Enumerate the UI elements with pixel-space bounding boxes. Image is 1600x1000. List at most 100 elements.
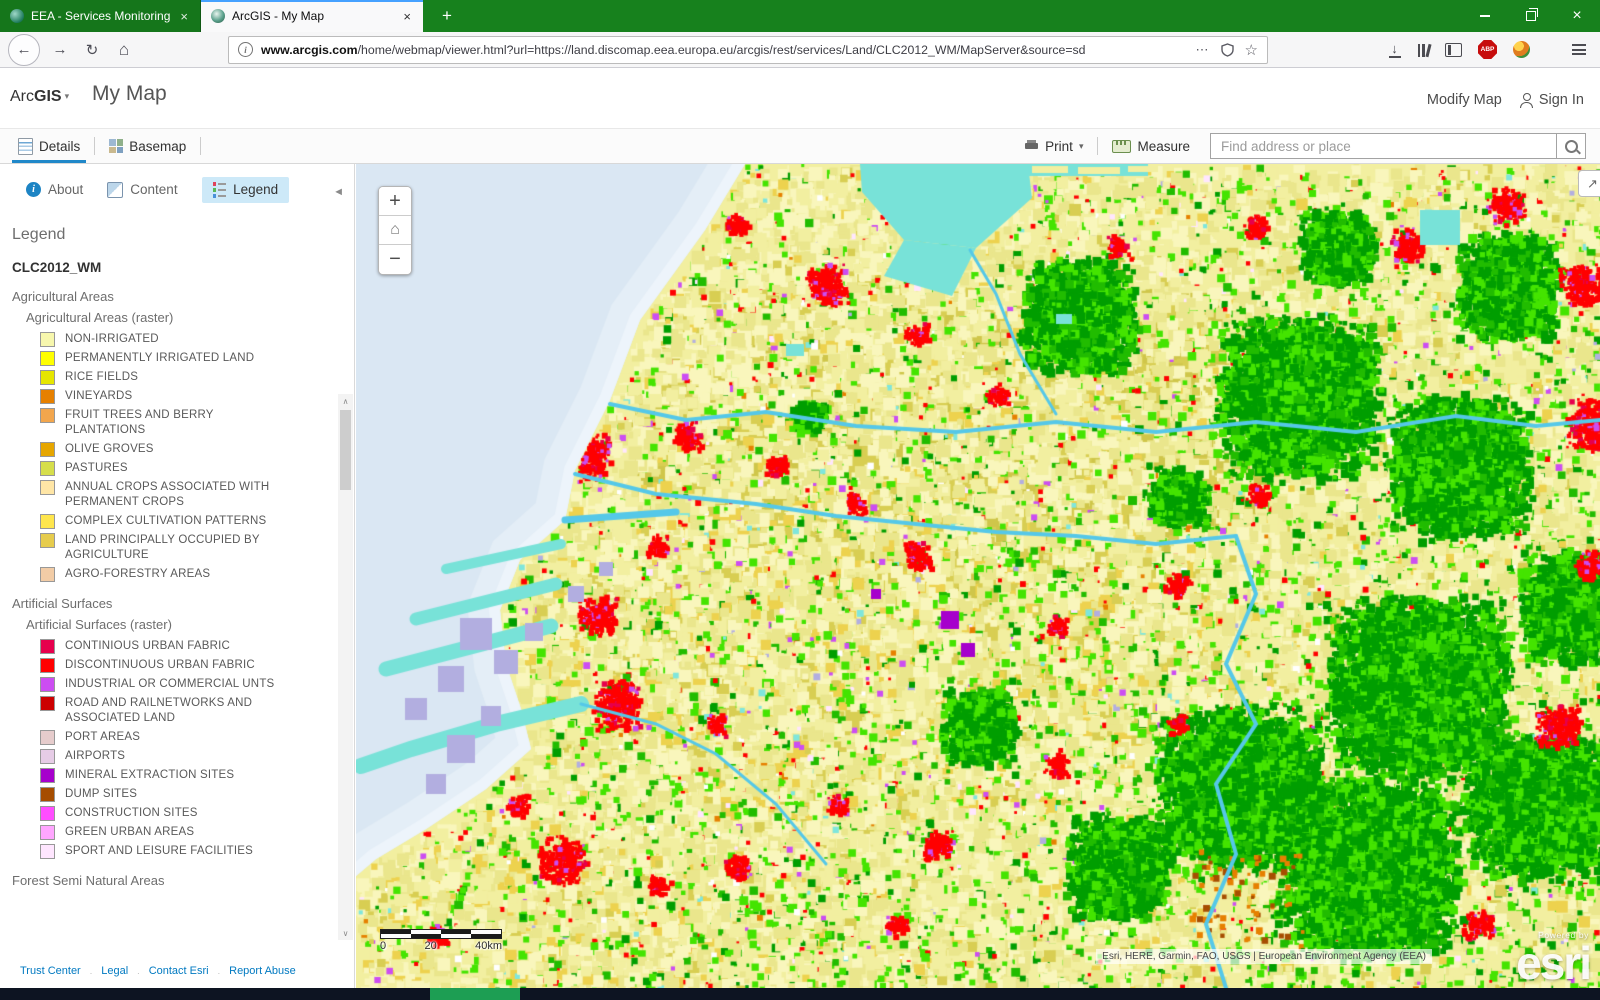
footer-separator: . — [218, 966, 221, 976]
site-info-icon[interactable]: i — [238, 42, 253, 57]
pocket-shield-icon[interactable] — [1221, 43, 1234, 57]
scroll-up-icon[interactable]: ∧ — [338, 394, 353, 408]
page-actions-icon[interactable]: ⋯ — [1196, 42, 1210, 58]
zoom-out-button[interactable]: − — [379, 245, 411, 274]
browser-tab-arcgis[interactable]: ArcGIS - My Map × — [201, 0, 423, 32]
scroll-down-icon[interactable]: ∨ — [338, 926, 353, 940]
legend-swatch-icon — [40, 351, 55, 366]
basemap-button[interactable]: Basemap — [99, 129, 196, 163]
legend-item-label: CONSTRUCTION SITES — [65, 806, 198, 821]
close-button[interactable]: × — [1554, 0, 1600, 32]
legend-item: RICE FIELDS — [40, 370, 336, 385]
bottom-bar — [0, 988, 1600, 1000]
legend-swatch-icon — [40, 533, 55, 548]
browser-titlebar: EEA - Services Monitoring × ArcGIS - My … — [0, 0, 1600, 32]
legend-swatch-icon — [40, 480, 55, 495]
restore-button[interactable] — [1508, 0, 1554, 32]
downloads-icon[interactable]: ↓ — [1388, 42, 1402, 58]
tab-content[interactable]: Content — [107, 182, 177, 198]
library-icon[interactable] — [1418, 43, 1430, 57]
legend-swatch-icon — [40, 514, 55, 529]
legend-item: AGRO-FORESTRY AREAS — [40, 567, 336, 582]
about-info-icon: i — [26, 182, 41, 197]
footer-separator: . — [90, 966, 93, 976]
panel-scrollbar[interactable]: ∧ ∨ — [338, 394, 353, 940]
map-viewport[interactable]: + ⌂ − ↗ 0 20 40km Esri, HERE, Garmin, FA… — [356, 164, 1600, 988]
legend-item-label: VINEYARDS — [65, 389, 132, 404]
zoom-in-button[interactable]: + — [379, 187, 411, 216]
footer-link[interactable]: Legal — [101, 965, 128, 977]
legend-swatch-icon — [40, 658, 55, 673]
toolbar-right: Print ▾ Measure — [1015, 129, 1600, 163]
scale-bar-segments — [380, 929, 502, 939]
legend-item-label: OLIVE GROVES — [65, 442, 154, 457]
legend-item-label: DUMP SITES — [65, 787, 137, 802]
legend-groups: Agricultural AreasAgricultural Areas (ra… — [12, 289, 336, 888]
legend-item: CONSTRUCTION SITES — [40, 806, 336, 821]
search-button[interactable] — [1556, 133, 1586, 159]
tab-close-icon[interactable]: × — [178, 9, 190, 24]
basemap-label: Basemap — [129, 139, 186, 154]
footer-link[interactable]: Report Abuse — [229, 965, 296, 977]
menu-hamburger-icon[interactable] — [1572, 44, 1586, 55]
legend-item-label: INDUSTRIAL OR COMMERCIAL UNTS — [65, 677, 274, 692]
print-caret-icon: ▾ — [1079, 141, 1084, 152]
navbar-right-icons: ↓ ABP — [1388, 40, 1587, 59]
scrollbar-thumb[interactable] — [340, 410, 351, 490]
brand-gis: GIS — [34, 88, 62, 105]
legend-swatch-icon — [40, 370, 55, 385]
expand-button[interactable]: ↗ — [1578, 170, 1600, 197]
esri-wordmark: esri — [1516, 940, 1590, 986]
url-actions: ⋯ ☆ — [1196, 41, 1258, 59]
adblock-extension-icon[interactable]: ABP — [1478, 40, 1497, 59]
url-domain: www.arcgis.com — [261, 43, 358, 57]
printer-icon — [1025, 140, 1039, 152]
legend-item: ROAD AND RAILNETWORKS AND ASSOCIATED LAN… — [40, 696, 336, 726]
url-path: /home/webmap/viewer.html?url=https://lan… — [358, 43, 1086, 57]
extension-icon[interactable] — [1513, 41, 1530, 58]
footer-link[interactable]: Trust Center — [20, 965, 81, 977]
legend-heading: Legend — [12, 226, 336, 244]
bookmark-star-icon[interactable]: ☆ — [1245, 41, 1258, 59]
panel-footer-links: Trust Center.Legal.Contact Esri.Report A… — [0, 954, 354, 988]
new-tab-button[interactable]: + — [432, 0, 462, 32]
modify-map-link[interactable]: Modify Map — [1427, 92, 1502, 108]
toolbar-divider — [94, 137, 95, 155]
sidebar-toggle-icon[interactable] — [1445, 43, 1462, 57]
legend-item-label: NON-IRRIGATED — [65, 332, 159, 347]
legend-group-subtitle: Agricultural Areas (raster) — [26, 310, 336, 325]
reload-button[interactable]: ↻ — [78, 36, 106, 64]
legend-item: VINEYARDS — [40, 389, 336, 404]
legend-item: NON-IRRIGATED — [40, 332, 336, 347]
tab-legend[interactable]: Legend — [202, 177, 290, 203]
legend-swatch-icon — [40, 730, 55, 745]
print-button[interactable]: Print ▾ — [1015, 129, 1093, 163]
back-button[interactable]: ← — [8, 34, 40, 66]
legend-item-label: AGRO-FORESTRY AREAS — [65, 567, 210, 582]
arcgis-brand[interactable]: ArcGIS▾ — [10, 88, 69, 106]
legend-group-title: Forest Semi Natural Areas — [12, 873, 336, 888]
tab-close-icon[interactable]: × — [401, 9, 413, 24]
sign-in-link[interactable]: Sign In — [1520, 92, 1584, 108]
panel-collapse-icon[interactable]: ◄ — [333, 186, 344, 198]
minimize-button[interactable] — [1462, 0, 1508, 32]
legend-item: FRUIT TREES AND BERRY PLANTATIONS — [40, 408, 336, 438]
legend-swatch-icon — [40, 696, 55, 711]
home-button[interactable]: ⌂ — [110, 36, 138, 64]
details-label: Details — [39, 139, 80, 154]
browser-tab-eea[interactable]: EEA - Services Monitoring × — [0, 0, 201, 32]
details-button[interactable]: Details — [8, 129, 90, 163]
land-cover-map[interactable] — [356, 164, 1600, 988]
legend-item-label: MINERAL EXTRACTION SITES — [65, 768, 234, 783]
search-input[interactable] — [1210, 133, 1556, 159]
footer-link[interactable]: Contact Esri — [149, 965, 209, 977]
tab-about[interactable]: i About — [26, 182, 83, 197]
legend-swatch-icon — [40, 461, 55, 476]
header-right: Modify Map Sign In — [1427, 92, 1584, 108]
url-bar[interactable]: i www.arcgis.com/home/webmap/viewer.html… — [228, 36, 1268, 64]
measure-button[interactable]: Measure — [1102, 129, 1200, 163]
legend-list-icon — [213, 182, 227, 198]
zoom-home-button[interactable]: ⌂ — [379, 216, 411, 245]
arcgis-favicon-icon — [211, 9, 225, 23]
forward-button[interactable]: → — [46, 36, 74, 64]
